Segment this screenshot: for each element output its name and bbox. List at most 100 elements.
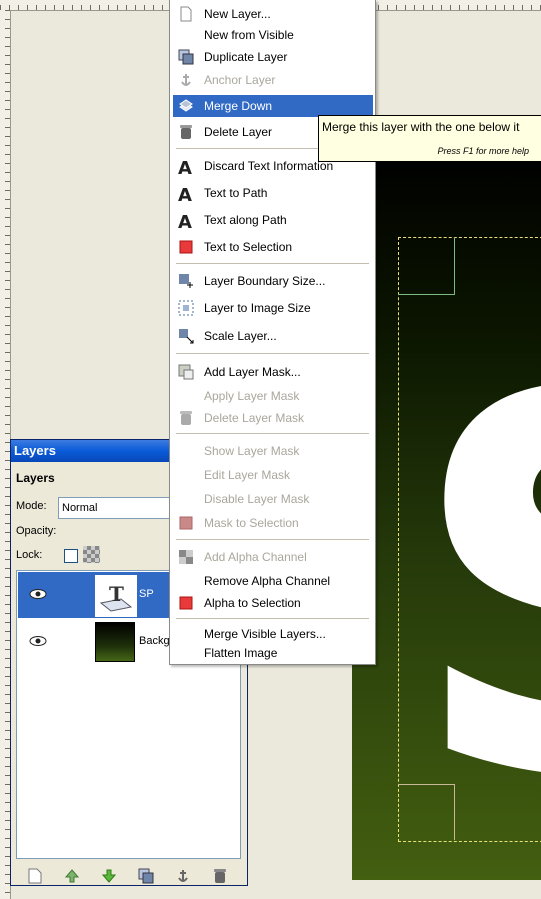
lower-layer-icon[interactable] [100,867,118,885]
layer-context-menu: New Layer... New from Visible Duplicate … [169,0,376,665]
menu-item-label: Scale Layer... [204,329,277,343]
menu-item-label: Add Layer Mask... [204,365,301,379]
new-layer-icon[interactable] [26,867,44,885]
menu-item-merge-down[interactable]: Merge Down [173,95,373,117]
layers-heading: Layers [16,471,55,485]
text-layer-thumbnail: T [95,575,137,617]
layer-mask-icon [178,364,194,380]
menu-item-label: Edit Layer Mask [204,468,291,482]
duplicate-layer-icon [178,49,194,65]
mode-label: Mode: [16,500,47,512]
checker-icon [178,549,194,565]
menu-item-anchor-layer[interactable]: Anchor Layer [173,69,373,91]
eye-icon[interactable] [28,634,48,648]
guide-line [398,784,455,785]
menu-item-new-layer[interactable]: New Layer... [173,3,373,25]
svg-text:A: A [178,185,192,203]
new-layer-icon [178,6,194,22]
menu-item-label: Delete Layer [204,125,273,139]
menu-item-disable-layer-mask[interactable]: Disable Layer Mask [173,488,373,510]
menu-item-duplicate-layer[interactable]: Duplicate Layer [173,46,373,68]
menu-item-label: Anchor Layer [204,73,276,87]
menu-item-show-layer-mask[interactable]: Show Layer Mask [173,440,373,462]
text-tool-icon: A [178,158,194,179]
menu-item-apply-layer-mask[interactable]: Apply Layer Mask [173,385,373,407]
text-tool-icon: A [178,185,194,206]
layer-name: SP [139,588,154,600]
menu-item-label: Mask to Selection [204,516,299,530]
raise-layer-icon[interactable] [63,867,81,885]
layer-button-bar [16,863,239,889]
menu-item-add-layer-mask[interactable]: Add Layer Mask... [173,361,373,383]
background-layer-thumbnail [95,622,135,662]
trash-icon [178,124,194,140]
menu-separator [176,353,369,354]
trash-icon[interactable] [211,867,229,885]
menu-item-alpha-to-selection[interactable]: Alpha to Selection [173,592,373,614]
menu-separator [176,433,369,434]
eye-icon[interactable] [28,587,48,601]
menu-item-label: Discard Text Information [204,159,334,173]
menu-item-layer-boundary-size[interactable]: Layer Boundary Size... [173,270,373,292]
menu-item-add-alpha-channel[interactable]: Add Alpha Channel [173,546,373,568]
menu-item-mask-to-selection[interactable]: Mask to Selection [173,512,373,534]
menu-item-label: New from Visible [204,28,294,42]
lock-label: Lock: [16,549,43,561]
lock-alpha-icon[interactable] [83,546,100,563]
guide-line [454,237,455,295]
tooltip-text: Merge this layer with the one below it [322,120,520,134]
menu-item-label: Alpha to Selection [204,596,301,610]
menu-item-label: Remove Alpha Channel [204,574,331,588]
tooltip-help-hint: Press F1 for more help [437,146,529,156]
menu-separator [176,539,369,540]
merge-down-tooltip: Merge this layer with the one below it P… [318,115,541,162]
menu-item-delete-layer-mask[interactable]: Delete Layer Mask [173,407,373,429]
lock-pixels-checkbox[interactable] [64,549,78,563]
canvas-text-s: S [407,328,541,848]
menu-item-label: Show Layer Mask [204,444,300,458]
menu-item-label: Delete Layer Mask [204,411,305,425]
menu-item-label: Layer Boundary Size... [204,274,326,288]
trash-icon [178,410,194,426]
menu-item-label: Text to Selection [204,240,293,254]
menu-item-text-to-selection[interactable]: Text to Selection [173,236,373,258]
svg-text:T: T [109,582,124,606]
anchor-icon[interactable] [174,867,192,885]
menu-item-text-along-path[interactable]: A Text along Path [173,209,373,233]
menu-item-flatten-image[interactable]: Flatten Image [173,642,373,664]
menu-item-label: Text to Path [204,186,268,200]
menu-item-label: Layer to Image Size [204,301,311,315]
menu-item-label: Flatten Image [204,646,278,660]
red-selection-icon [178,239,194,255]
opacity-label: Opacity: [16,525,57,537]
menu-item-scale-layer[interactable]: Scale Layer... [173,325,373,347]
menu-item-label: Apply Layer Mask [204,389,300,403]
red-selection-icon [178,515,194,531]
anchor-icon [178,72,194,88]
menu-item-label: Text along Path [204,213,287,227]
menu-item-label: New Layer... [204,7,271,21]
svg-text:A: A [178,158,192,176]
red-selection-icon [178,595,194,611]
menu-item-label: Duplicate Layer [204,50,288,64]
text-tool-icon: A [178,212,194,233]
menu-item-new-from-visible[interactable]: New from Visible [173,24,373,46]
image-canvas[interactable]: S [352,148,541,880]
menu-item-label: Disable Layer Mask [204,492,310,506]
scale-icon [178,328,194,344]
svg-text:A: A [178,212,192,230]
duplicate-layer-icon[interactable] [137,867,155,885]
image-size-icon [178,300,194,316]
menu-separator [176,618,369,619]
menu-item-label: Merge Down [204,99,273,113]
menu-separator [176,263,369,264]
guide-line [454,784,455,840]
menu-item-label: Add Alpha Channel [204,550,307,564]
merge-down-icon [178,98,194,114]
guide-line [398,294,455,295]
menu-item-text-to-path[interactable]: A Text to Path [173,182,373,206]
menu-item-layer-to-image-size[interactable]: Layer to Image Size [173,297,373,319]
menu-item-remove-alpha-channel[interactable]: Remove Alpha Channel [173,570,373,592]
boundary-size-icon [178,273,194,289]
menu-item-edit-layer-mask[interactable]: Edit Layer Mask [173,464,373,486]
